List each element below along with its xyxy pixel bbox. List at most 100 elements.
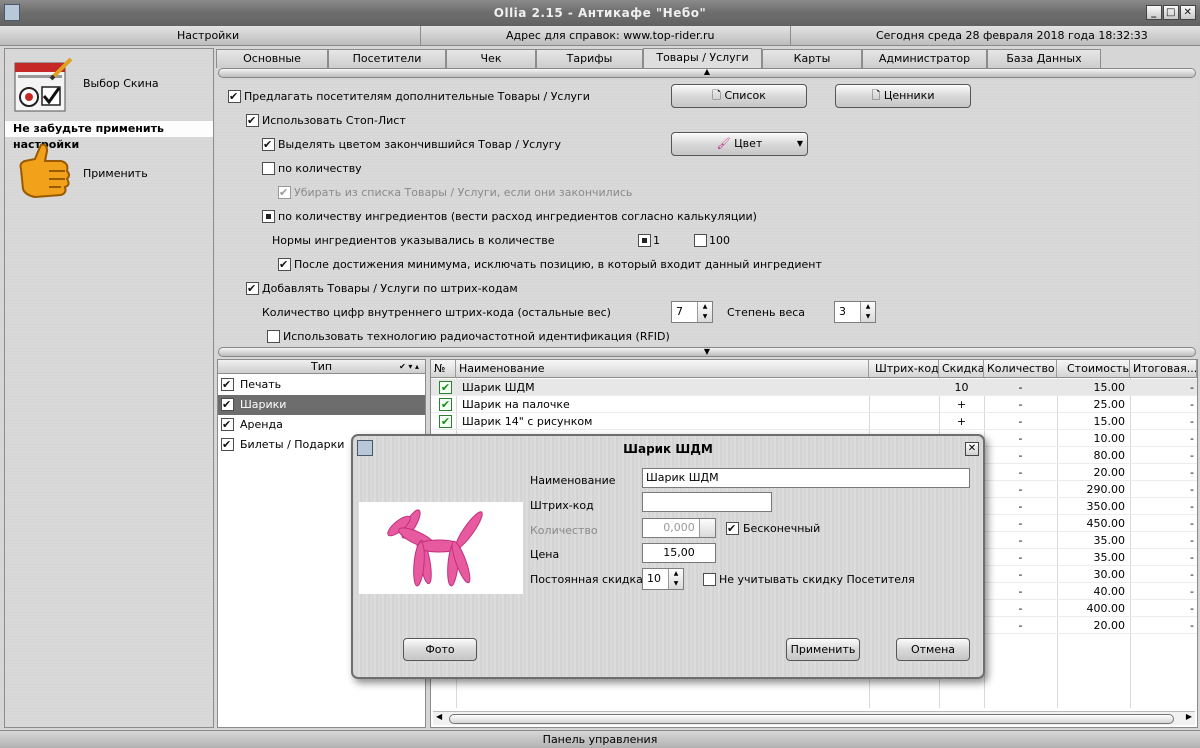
col-number[interactable]: № xyxy=(431,360,456,378)
top-splitter[interactable]: ▲ xyxy=(218,67,1196,78)
spinner-arrows-icon[interactable]: ▲ ▼ xyxy=(668,569,683,589)
barcode-label: Штрих-код xyxy=(530,499,594,512)
apply-reminder: Не забудьте применить настройки xyxy=(5,121,213,151)
chevron-down-icon: ▼ xyxy=(796,139,803,148)
type-item[interactable]: Аренда xyxy=(218,415,425,435)
apply-label[interactable]: Применить xyxy=(83,167,148,180)
row-total: - xyxy=(1190,602,1194,615)
type-item[interactable]: Печать xyxy=(218,375,425,395)
row-cost: 350.00 xyxy=(1086,500,1126,513)
row-cost: 20.00 xyxy=(1093,466,1126,479)
tab-bar: Основные Посетители Чек Тарифы Товары / … xyxy=(216,48,1198,69)
weight-degree-label: Степень веса xyxy=(727,306,806,319)
sort-icons[interactable]: ✔ ▾ ▴ xyxy=(399,360,419,373)
col-quantity[interactable]: Количество xyxy=(984,360,1057,378)
control-panel-bar[interactable]: Панель управления xyxy=(0,730,1200,748)
tab-visitors[interactable]: Посетители xyxy=(328,49,446,68)
table-row[interactable]: ✔ Шарик 14" с рисунком + - 15.00 - xyxy=(431,413,1197,430)
barcode-digits-label: Количество цифр внутреннего штрих-кода (… xyxy=(262,306,611,319)
row-cost: 15.00 xyxy=(1093,415,1126,428)
stop-list-checkbox[interactable] xyxy=(246,114,259,127)
row-total: - xyxy=(1190,381,1194,394)
row-total: - xyxy=(1190,449,1194,462)
rfid-checkbox[interactable] xyxy=(267,330,280,343)
barcode-digits-spinner[interactable]: 7 ▲ ▼ xyxy=(671,301,713,323)
infinite-checkbox[interactable] xyxy=(726,522,739,535)
tab-goods-services[interactable]: Товары / Услуги xyxy=(643,48,762,69)
stop-list-label: Использовать Стоп-Лист xyxy=(262,114,406,127)
price-tags-button[interactable]: 🗋 Ценники xyxy=(835,84,971,108)
norm-100-radio[interactable] xyxy=(694,234,707,247)
thumbs-up-icon[interactable] xyxy=(13,141,75,203)
add-by-barcode-checkbox[interactable] xyxy=(246,282,259,295)
spinner-arrows-icon[interactable]: ▲ ▼ xyxy=(697,302,712,322)
info-bar: Настройки Адрес для справок: www.top-rid… xyxy=(0,26,1200,46)
highlight-finished-checkbox[interactable] xyxy=(262,138,275,151)
tab-administrator[interactable]: Администратор xyxy=(862,49,987,68)
col-cost[interactable]: Стоимость xyxy=(1057,360,1130,378)
maximize-button[interactable]: □ xyxy=(1163,5,1179,20)
dialog-close-icon[interactable]: ✕ xyxy=(965,442,979,456)
scroll-right-icon[interactable]: ▶ xyxy=(1186,712,1192,721)
row-quantity: - xyxy=(1018,500,1023,513)
row-checkbox[interactable]: ✔ xyxy=(439,381,452,394)
row-quantity: - xyxy=(1018,551,1023,564)
cancel-button[interactable]: Отмена xyxy=(896,638,970,661)
col-total[interactable]: Итоговая... xyxy=(1130,360,1197,378)
exclude-position-checkbox[interactable] xyxy=(278,258,291,271)
ignore-discount-checkbox[interactable] xyxy=(703,573,716,586)
row-name: Шарик ШДМ xyxy=(462,381,535,394)
row-discount: 10 xyxy=(954,381,969,394)
close-window-button[interactable]: ✕ xyxy=(1180,5,1196,20)
offer-goods-checkbox[interactable] xyxy=(228,90,241,103)
tab-receipt[interactable]: Чек xyxy=(446,49,536,68)
window-title: Ollia 2.15 - Антикафе "Небо" xyxy=(493,6,707,20)
price-label: Цена xyxy=(530,548,560,561)
middle-splitter[interactable]: ▼ xyxy=(218,347,1196,357)
discount-spinner[interactable]: 10 ▲ ▼ xyxy=(642,568,684,590)
type-list-header[interactable]: Тип ✔ ▾ ▴ xyxy=(218,360,425,374)
type-item[interactable]: Шарики xyxy=(218,395,425,415)
row-total: - xyxy=(1190,483,1194,496)
row-name: Шарик на палочке xyxy=(462,398,570,411)
apply-button[interactable]: Применить xyxy=(786,638,860,661)
color-button[interactable]: 🖌 Цвет ▼ xyxy=(671,132,808,156)
row-cost: 20.00 xyxy=(1093,619,1126,632)
col-discount[interactable]: Скидка xyxy=(939,360,984,378)
list-button[interactable]: 🗋 Список xyxy=(671,84,807,108)
scroll-thumb[interactable] xyxy=(449,714,1174,724)
row-discount: + xyxy=(956,415,967,428)
row-discount: + xyxy=(956,398,967,411)
by-quantity-checkbox[interactable] xyxy=(262,162,275,175)
photo-button[interactable]: Фото xyxy=(403,638,477,661)
row-total: - xyxy=(1190,517,1194,530)
tab-tariffs[interactable]: Тарифы xyxy=(536,49,643,68)
row-cost: 10.00 xyxy=(1093,432,1126,445)
table-row[interactable]: ✔ Шарик ШДМ 10 - 15.00 - xyxy=(431,379,1197,396)
name-input[interactable]: Шарик ШДМ xyxy=(642,468,970,488)
col-barcode[interactable]: Штрих-код xyxy=(869,360,939,378)
tab-cards[interactable]: Карты xyxy=(762,49,862,68)
minimize-button[interactable]: _ xyxy=(1146,5,1162,20)
row-cost: 400.00 xyxy=(1086,602,1126,615)
row-cost: 15.00 xyxy=(1093,381,1126,394)
norm-1-radio[interactable] xyxy=(638,234,651,247)
skin-picker-icon[interactable] xyxy=(13,57,73,115)
scroll-left-icon[interactable]: ◀ xyxy=(436,712,442,721)
dialog-title: Шарик ШДМ xyxy=(623,442,713,456)
tab-basic[interactable]: Основные xyxy=(216,49,328,68)
col-name[interactable]: Наименование xyxy=(456,360,869,378)
help-address: Адрес для справок: www.top-rider.ru xyxy=(506,29,715,42)
tab-database[interactable]: База Данных xyxy=(987,49,1101,68)
horizontal-scrollbar[interactable]: ◀ ▶ xyxy=(433,711,1195,725)
weight-degree-spinner[interactable]: 3 ▲ ▼ xyxy=(834,301,876,323)
skin-picker-label[interactable]: Выбор Скина xyxy=(83,77,159,90)
row-total: - xyxy=(1190,398,1194,411)
row-checkbox[interactable]: ✔ xyxy=(439,398,452,411)
row-checkbox[interactable]: ✔ xyxy=(439,415,452,428)
by-ingredients-checkbox[interactable] xyxy=(262,210,275,223)
price-input[interactable]: 15,00 xyxy=(642,543,716,563)
table-row[interactable]: ✔ Шарик на палочке + - 25.00 - xyxy=(431,396,1197,413)
spinner-arrows-icon[interactable]: ▲ ▼ xyxy=(860,302,875,322)
barcode-input[interactable] xyxy=(642,492,772,512)
